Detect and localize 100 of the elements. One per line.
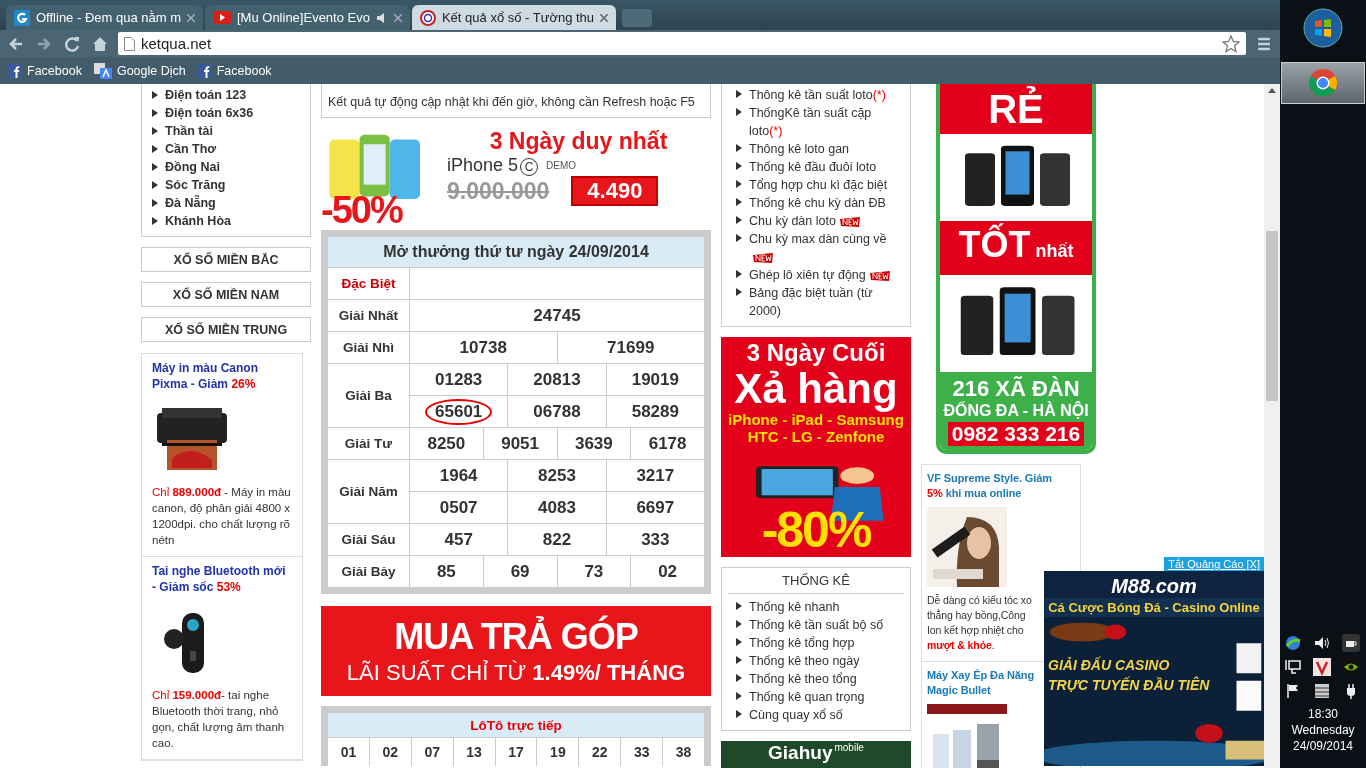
prize-label: Giải Nhất: [328, 300, 410, 331]
browser-tab[interactable]: [Mu Online]Evento Evo: [205, 5, 410, 30]
product-title[interactable]: Máy Xay Ép Đa Năng Magic Bullet: [927, 668, 1034, 698]
stats-link[interactable]: Thống kê đầu đuôi loto: [749, 158, 877, 176]
table-cell: 19019: [605, 364, 704, 395]
bullet-icon: [736, 108, 742, 116]
province-link[interactable]: Khánh Hòa: [165, 214, 231, 228]
facebook-icon: [197, 63, 212, 78]
letter-v-icon[interactable]: [1313, 658, 1331, 676]
stats-link[interactable]: Thông kê loto gan: [749, 140, 850, 158]
bullet-icon: [736, 692, 742, 700]
new-price: 4.490: [571, 176, 659, 206]
discount-label: -50%: [321, 191, 402, 229]
bullet-icon: [152, 181, 158, 189]
eye-icon[interactable]: [1342, 658, 1360, 676]
clock[interactable]: 18:30 Wednesday 24/09/2014: [1291, 706, 1355, 768]
scroll-up-icon[interactable]: [1268, 88, 1276, 93]
stats-link[interactable]: Tổng hợp chu kì đặc biệt: [749, 176, 888, 194]
casino-ad[interactable]: M88.com Cá Cược Bóng Đá - Casino Online GIẢI ĐẤU CASINO TRỰC TUYẾN ĐẦU TIÊN: [1044, 571, 1264, 766]
table-cell: 02: [368, 738, 411, 766]
stats-link[interactable]: Chu kỳ dàn loto: [749, 212, 860, 230]
table-cell: 06788: [507, 396, 606, 427]
bullet-icon: [736, 180, 742, 188]
stats-link[interactable]: ThốngKê tần suất cặp loto(*): [749, 104, 904, 140]
stats-link[interactable]: Thống kê theo tổng: [749, 670, 857, 688]
province-link[interactable]: Thần tài: [165, 124, 213, 138]
bookmark[interactable]: Google Dịch: [93, 62, 186, 79]
stats-link[interactable]: Thống kê tổng hợp: [749, 634, 855, 652]
table-cell-text: 24745: [532, 304, 582, 327]
network-icon[interactable]: [1284, 658, 1302, 676]
product-title[interactable]: Máy in màu Canon Pixma - Giảm 26%: [152, 360, 292, 392]
table-cell: 19: [536, 738, 579, 766]
region-button[interactable]: XỔ SỐ MIỀN NAM: [141, 282, 311, 307]
close-icon[interactable]: [600, 13, 609, 22]
new-badge-icon: [839, 216, 860, 227]
stats-link[interactable]: Thống kê tần suất bộ số: [749, 616, 884, 634]
stats-link[interactable]: Thống kê chu kỳ dàn ĐB: [749, 194, 886, 212]
prize-label: Đặc Biệt: [328, 268, 410, 299]
stats-link[interactable]: Thông kê tần suất loto(*): [749, 86, 886, 104]
product-title[interactable]: VF Supreme Style. Giảm 5% khi mua online: [927, 471, 1052, 501]
stats-link[interactable]: Thống kê theo ngày: [749, 652, 860, 670]
bullet-icon: [736, 90, 742, 98]
bookmark[interactable]: Facebook: [197, 63, 272, 78]
store-ad[interactable]: RẺ TỐT nhất 216 XÃ ĐÀN ĐỐNG ĐA - HÀ NỘI 0982 333 216: [936, 84, 1096, 454]
taskbar-app[interactable]: [1281, 62, 1365, 104]
start-button[interactable]: [1303, 8, 1343, 48]
table-cell: 4083: [507, 492, 606, 523]
table-cell: 02: [630, 556, 704, 587]
province-link[interactable]: Đà Nẵng: [165, 196, 216, 210]
table-cell-text: 0507: [438, 496, 479, 519]
close-icon[interactable]: [393, 13, 402, 22]
close-icon[interactable]: [187, 13, 195, 22]
star-icon[interactable]: [1222, 34, 1240, 53]
table-cell-text: 85: [435, 560, 457, 583]
results-title: Mở thưởng thứ tư ngày 24/09/2014: [328, 237, 704, 267]
installment-banner[interactable]: MUA TRẢ GÓP LÃI SUẤT CHỈ TỪ 1.49%/ THÁNG: [321, 606, 711, 696]
browser-tab[interactable]: Kết quả xổ số - Tường thu: [411, 5, 617, 30]
sale-ad[interactable]: 3 Ngày Cuối Xả hàng iPhone - iPad - Samsung HTC - LG - Zenfone -80%: [721, 337, 911, 557]
bullet-icon: [152, 109, 158, 117]
stats-link[interactable]: Cùng quay xổ số: [749, 706, 843, 724]
stats-link[interactable]: Thống kê quan trọng: [749, 688, 865, 706]
stats-heading: THỐNG KÊ: [728, 568, 904, 594]
stats-link[interactable]: Thống kê nhanh: [749, 598, 840, 616]
province-link[interactable]: Điện toán 123: [165, 88, 247, 102]
bookmark[interactable]: Facebook: [8, 63, 82, 78]
region-button[interactable]: XỔ SỐ MIỀN TRUNG: [141, 317, 311, 342]
prize-label: Giải Tư: [328, 428, 410, 459]
product-description: Dễ dàng có kiểu tóc xo thẳng hay bồng,Công Ion kết hợp nhiệt cho mượt & khỏe.: [927, 593, 1032, 653]
province-link[interactable]: Đồng Nai: [165, 160, 220, 174]
table-cell: 58289: [605, 396, 704, 427]
stats-link[interactable]: Chu kỳ max dàn cùng về: [749, 230, 904, 266]
stats-link[interactable]: Ghép lô xiên tự động: [749, 266, 890, 284]
scrollbar-thumb[interactable]: [1266, 231, 1278, 401]
browser-tab[interactable]: Offline - Đem qua nằm m: [6, 5, 203, 30]
update-notice: Kết quả tự động cập nhật khi đến giờ, không cần Refresh hoặc F5: [321, 84, 711, 118]
new-badge-icon: [869, 270, 890, 281]
demo-label: DEMO: [546, 160, 577, 171]
table-cell-text: 1964: [438, 464, 479, 487]
region-button[interactable]: XỔ SỐ MIỀN BẮC: [141, 247, 311, 272]
globe-icon[interactable]: [1284, 634, 1302, 652]
product-title[interactable]: Tai nghe Bluetooth mới - Giảm sốc 53%: [152, 563, 292, 595]
stats-link[interactable]: Bảng đặc biệt tuần (từ 2000): [749, 284, 904, 320]
address-bar[interactable]: ketqua.net: [118, 32, 1246, 55]
bullet-icon: [736, 216, 742, 224]
product-description: Chỉ 889.000đ - Máy in màu canon, độ phân giải 4800 x 1200dpi. cho chất lượng rõ nétn: [152, 485, 292, 548]
bullet-icon: [152, 145, 158, 153]
table-cell: 6178: [630, 428, 704, 459]
grid-icon[interactable]: [1313, 682, 1331, 700]
table-cell: 69: [482, 556, 557, 587]
bullet-icon: [736, 270, 742, 278]
province-link[interactable]: Cần Thơ: [165, 142, 217, 156]
table-cell: 33: [620, 738, 663, 766]
table-cell-text: 8250: [426, 432, 467, 455]
bullet-icon: [152, 127, 158, 135]
table-cell-text: 457: [443, 528, 474, 551]
product-description: Chỉ 159.000đ- tai nghe Bluetooth thời trang, nhỏ gọn, chất lượng âm thanh cao.: [152, 688, 286, 751]
province-link[interactable]: Điện toán 6x36: [165, 106, 254, 120]
cup-icon[interactable]: [1342, 634, 1360, 652]
province-link[interactable]: Sóc Trăng: [165, 178, 226, 192]
table-cell: 6697: [605, 492, 704, 523]
